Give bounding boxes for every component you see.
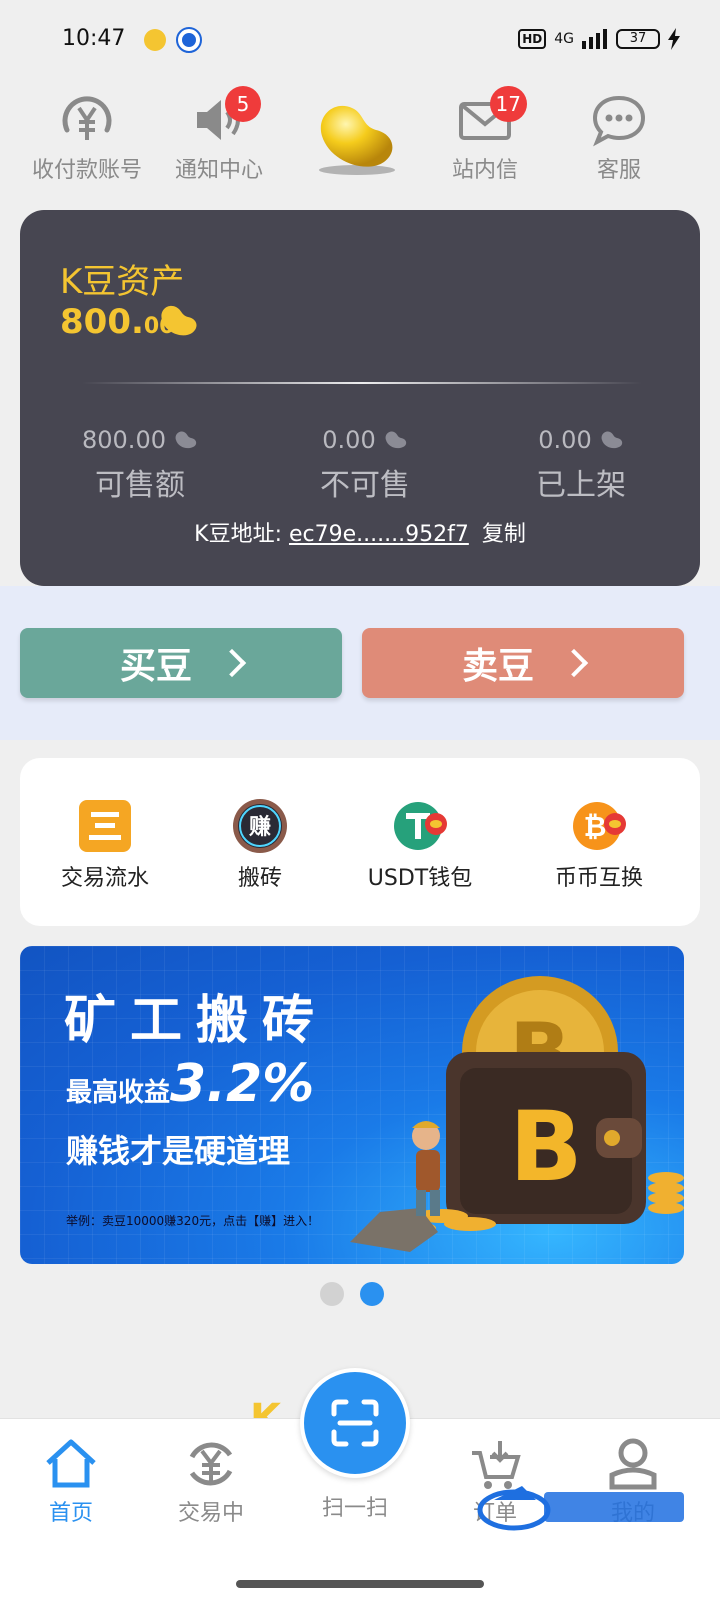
tab-label: 交易中 [177, 1501, 244, 1526]
mail-icon: 17 [455, 86, 527, 150]
nav-label: 通知中心 [174, 158, 263, 183]
bean-icon [175, 431, 197, 449]
nav-notification-center[interactable]: 5 通知中心 [154, 86, 284, 184]
notification-app-icon [144, 29, 166, 51]
stat-label: 不可售 [320, 468, 410, 503]
feature-brick-moving[interactable]: 赚 搬砖 [175, 798, 345, 892]
address-row: K豆地址: ec79e.......952f7 复制 [20, 516, 700, 548]
speaker-icon: 5 [189, 86, 261, 150]
status-indicators: HD 4G 37 [518, 28, 680, 50]
pager-dot[interactable] [320, 1282, 344, 1306]
address-link[interactable]: ec79e.......952f7 [289, 522, 469, 547]
promo-banner[interactable]: 矿工搬砖 最高收益3.2% 赚钱才是硬道理 举例：卖豆10000赚320元，点击… [20, 946, 684, 1264]
sell-label: 卖豆 [461, 646, 534, 687]
chevron-right-icon [217, 648, 247, 678]
nav-label: 客服 [596, 158, 641, 183]
hd-icon: HD [518, 29, 547, 49]
stat-value: 800.00 [82, 426, 166, 454]
bitcoin-wallet-illustration: B B [350, 976, 684, 1252]
ledger-icon [77, 798, 133, 854]
inbox-badge: 17 [489, 86, 527, 122]
scan-button[interactable] [300, 1368, 410, 1478]
svg-text:₿: ₿ [584, 810, 607, 843]
banner-slogan: 赚钱才是硬道理 [66, 1132, 291, 1170]
banner-pager [320, 1282, 384, 1306]
asset-amount-int: 800. [60, 302, 144, 342]
feature-label: USDT钱包 [367, 866, 473, 891]
home-icon [44, 1437, 98, 1491]
tab-label: 首页 [48, 1501, 93, 1526]
status-time: 10:47 [62, 26, 126, 51]
feature-coin-swap[interactable]: ₿ 币币互换 [514, 798, 684, 892]
stat-sellable: 800.00 可售额 [60, 426, 220, 504]
divider [82, 382, 642, 384]
tab-trading[interactable]: 交易中 [156, 1437, 266, 1527]
svg-text:B: B [509, 1091, 582, 1203]
stat-unsellable: 0.00 不可售 [290, 426, 440, 504]
nav-customer-service[interactable]: 客服 [554, 90, 684, 184]
gold-bean-logo [319, 105, 395, 175]
status-bar: 10:47 HD 4G 37 [0, 0, 720, 80]
address-label: K豆地址: [194, 522, 282, 547]
feature-transactions[interactable]: 交易流水 [20, 798, 190, 892]
tab-home[interactable]: 首页 [16, 1437, 126, 1527]
bitcoin-swap-icon: ₿ [571, 798, 627, 854]
banner-note: 举例：卖豆10000赚320元，点击【赚】进入！ [66, 1214, 320, 1228]
stat-value: 0.00 [322, 426, 376, 454]
battery-icon: 37 [616, 29, 660, 49]
scan-icon [331, 1399, 379, 1447]
asset-title: K豆资产 [60, 262, 185, 302]
yen-refresh-icon [184, 1437, 238, 1491]
copy-button[interactable]: 复制 [482, 522, 526, 547]
nav-payment-accounts[interactable]: 收付款账号 [22, 90, 152, 184]
buy-bean-button[interactable]: 买豆 [20, 628, 342, 698]
bean-icon [601, 431, 622, 449]
banner-subtitle: 最高收益3.2% [66, 1054, 314, 1114]
asset-card: K豆资产 800.00 800.00 可售额 0.00 不可售 0.00 已上架… [20, 210, 700, 586]
banner-title: 矿工搬砖 [64, 991, 329, 1051]
stat-label: 已上架 [536, 468, 626, 503]
yen-circle-icon [57, 90, 117, 150]
notification-app-icon [176, 27, 202, 53]
feature-label: 币币互换 [554, 866, 643, 891]
notification-badge: 5 [225, 86, 261, 122]
sell-bean-button[interactable]: 卖豆 [362, 628, 684, 698]
home-indicator [236, 1580, 484, 1588]
stat-value: 0.00 [538, 426, 592, 454]
feature-usdt-wallet[interactable]: USDT钱包 [335, 798, 505, 892]
chat-bubble-icon [589, 90, 649, 150]
charging-icon [668, 28, 680, 50]
signal-icon [582, 29, 607, 49]
gold-bean-icon [161, 305, 197, 336]
feature-label: 搬砖 [237, 866, 282, 891]
nav-label: 站内信 [451, 158, 518, 183]
banner-sub-small: 最高收益 [66, 1078, 171, 1108]
scan-label: 扫一扫 [321, 1496, 388, 1521]
stat-label: 可售额 [95, 468, 185, 503]
feature-card: 交易流水 赚 搬砖 USDT钱包 ₿ 币币互换 [20, 758, 700, 926]
bean-icon [385, 431, 406, 449]
network-label: 4G [554, 31, 574, 47]
stat-listed: 0.00 已上架 [506, 426, 656, 504]
chevron-right-icon [559, 648, 589, 678]
buy-label: 买豆 [119, 646, 192, 687]
nav-label: 收付款账号 [31, 158, 142, 183]
feature-label: 交易流水 [60, 866, 149, 891]
trade-band: 买豆 卖豆 [0, 586, 720, 740]
banner-sub-big: 3.2% [170, 1054, 315, 1114]
earn-badge-icon: 赚 [232, 798, 288, 854]
earn-badge-text: 赚 [249, 814, 271, 840]
nav-inbox[interactable]: 17 站内信 [420, 86, 550, 184]
tether-icon [392, 798, 448, 854]
pager-dot-active[interactable] [360, 1282, 384, 1306]
watermark-logo [477, 1486, 684, 1531]
